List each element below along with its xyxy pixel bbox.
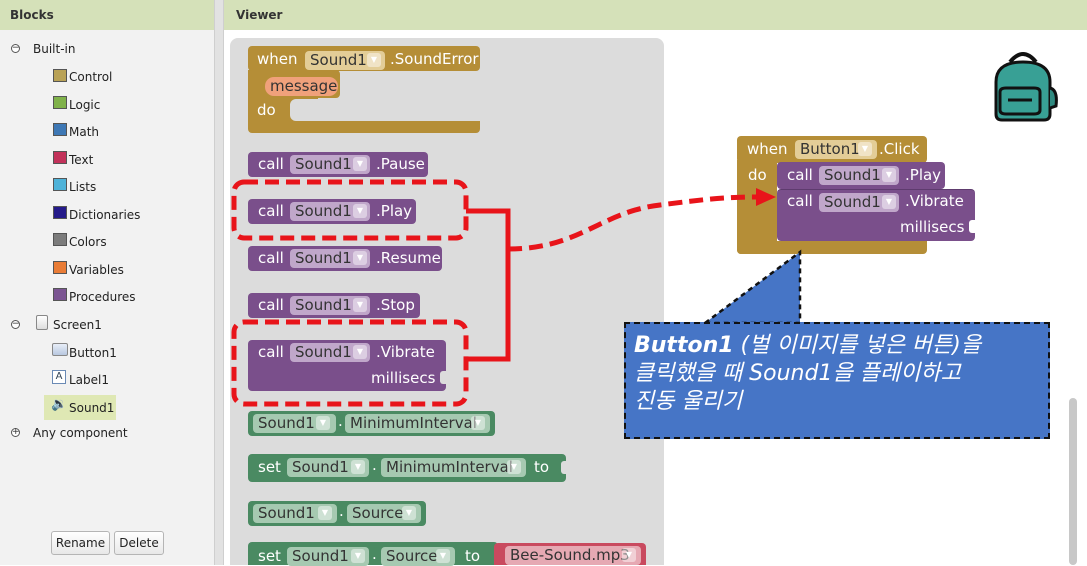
callout-line-2: 클릭했을 때 Sound1을 플레이하고 bbox=[634, 361, 961, 386]
arrowhead bbox=[756, 188, 776, 206]
play-highlight-box bbox=[231, 179, 469, 241]
callout-line-1: Button1 (벌 이미지를 넣은 버튼)을 bbox=[634, 332, 1044, 360]
callout-bold: Button1 bbox=[634, 333, 734, 358]
callout-pointer bbox=[701, 249, 802, 325]
callout-line-1-rest: (벌 이미지를 넣은 버튼)을 bbox=[733, 333, 982, 358]
vibrate-highlight-box bbox=[231, 319, 469, 407]
callout-line-3: 진동 울리기 bbox=[634, 389, 743, 414]
bracket-line bbox=[466, 208, 511, 362]
callout-text: Button1 (벌 이미지를 넣은 버튼)을 클릭했을 때 Sound1을 플… bbox=[634, 332, 1044, 416]
connector-arrow bbox=[507, 194, 761, 252]
annotation-overlay bbox=[231, 179, 802, 407]
